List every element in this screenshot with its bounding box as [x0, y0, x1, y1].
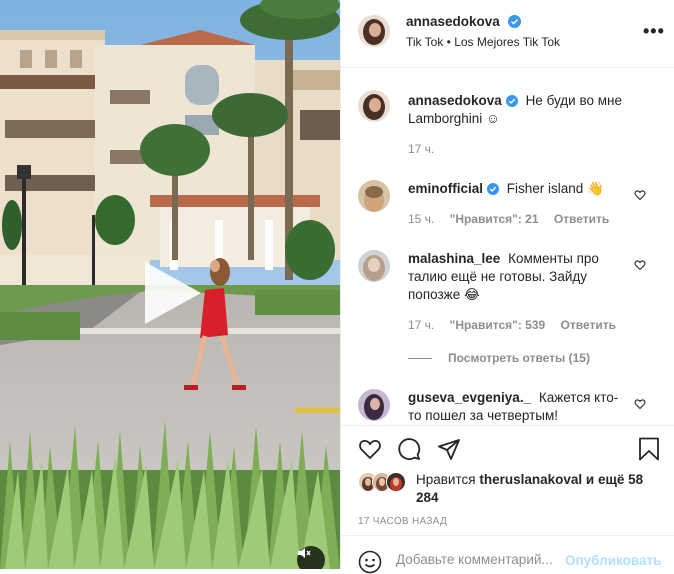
paper-plane-icon[interactable]: [437, 437, 461, 461]
avatar[interactable]: [358, 250, 390, 282]
comment-time[interactable]: 17 ч.: [408, 142, 434, 156]
comment-username[interactable]: guseva_evgeniya._: [408, 390, 531, 405]
speaker-muted-icon: [298, 548, 311, 558]
author-avatar[interactable]: [358, 15, 390, 47]
author-username[interactable]: annasedokova: [406, 14, 521, 29]
comment-text: Fisher island 👋: [506, 181, 604, 196]
likers-avatars[interactable]: [358, 472, 410, 492]
liker-username[interactable]: theruslanakoval: [479, 472, 582, 487]
avatar[interactable]: [358, 389, 390, 421]
reply-button[interactable]: Ответить: [554, 212, 609, 226]
comment-icon[interactable]: [397, 437, 421, 461]
verified-badge-icon: [507, 15, 521, 28]
verified-badge-icon: [505, 95, 518, 107]
heart-icon[interactable]: [357, 437, 383, 461]
avatar: [386, 472, 406, 492]
comment-likes[interactable]: "Нравится": 21: [450, 212, 539, 226]
post-video[interactable]: [0, 0, 340, 569]
post-actions: Нравится theruslanakoval и ещё 58 284 17…: [341, 425, 674, 574]
comment-body: annasedokova Не буди во мне Lamborghini …: [408, 92, 630, 128]
comment-meta: 17 ч. "Нравится": 539 Ответить: [408, 318, 628, 332]
comment-body: malashina_lee Комменты про талию ещё не …: [408, 250, 630, 304]
smiley-icon[interactable]: [358, 550, 382, 574]
comment-like-heart-icon[interactable]: [634, 259, 646, 271]
comment-like-heart-icon[interactable]: [634, 398, 646, 410]
post-details-panel: annasedokova Tik Tok • Los Mejores Tik T…: [340, 0, 674, 574]
comments-list[interactable]: annasedokova Не буди во мне Lamborghini …: [341, 69, 674, 424]
comment-time[interactable]: 17 ч.: [408, 318, 434, 332]
post-timestamp[interactable]: 17 ЧАСОВ НАЗАД: [358, 516, 447, 527]
comment-username[interactable]: eminofficial: [408, 181, 500, 196]
reply-button[interactable]: Ответить: [561, 318, 616, 332]
view-replies-button[interactable]: Посмотреть ответы (15): [408, 351, 590, 365]
instagram-post: annasedokova Tik Tok • Los Mejores Tik T…: [0, 0, 674, 574]
comment-body: eminofficial Fisher island 👋: [408, 180, 630, 198]
avatar[interactable]: [358, 90, 390, 122]
avatar[interactable]: [358, 180, 390, 212]
play-button[interactable]: [145, 262, 201, 324]
comment-likes[interactable]: "Нравится": 539: [450, 318, 546, 332]
verified-badge-icon: [487, 183, 500, 195]
mute-toggle-button[interactable]: [297, 546, 325, 569]
likes-summary: Нравится theruslanakoval и ещё 58 284: [416, 472, 644, 505]
post-location[interactable]: Tik Tok • Los Mejores Tik Tok: [406, 35, 560, 49]
more-options-button[interactable]: •••: [643, 21, 665, 42]
comment-username[interactable]: annasedokova: [408, 93, 518, 108]
post-header: annasedokova Tik Tok • Los Mejores Tik T…: [341, 0, 674, 68]
comment-meta: 15 ч. "Нравится": 21 Ответить: [408, 212, 621, 226]
replies-divider-line: [408, 358, 432, 360]
add-comment-bar: Опубликовать: [341, 535, 674, 574]
comment-meta: 17 ч.: [408, 142, 446, 156]
comment-username[interactable]: malashina_lee: [408, 251, 500, 266]
comment-body: guseva_evgeniya._ Кажется кто-то пошел з…: [408, 389, 630, 424]
comment-like-heart-icon[interactable]: [634, 189, 646, 201]
comment-input[interactable]: [396, 552, 566, 567]
bookmark-icon[interactable]: [638, 437, 660, 461]
publish-button[interactable]: Опубликовать: [565, 553, 661, 568]
comment-time[interactable]: 15 ч.: [408, 212, 434, 226]
